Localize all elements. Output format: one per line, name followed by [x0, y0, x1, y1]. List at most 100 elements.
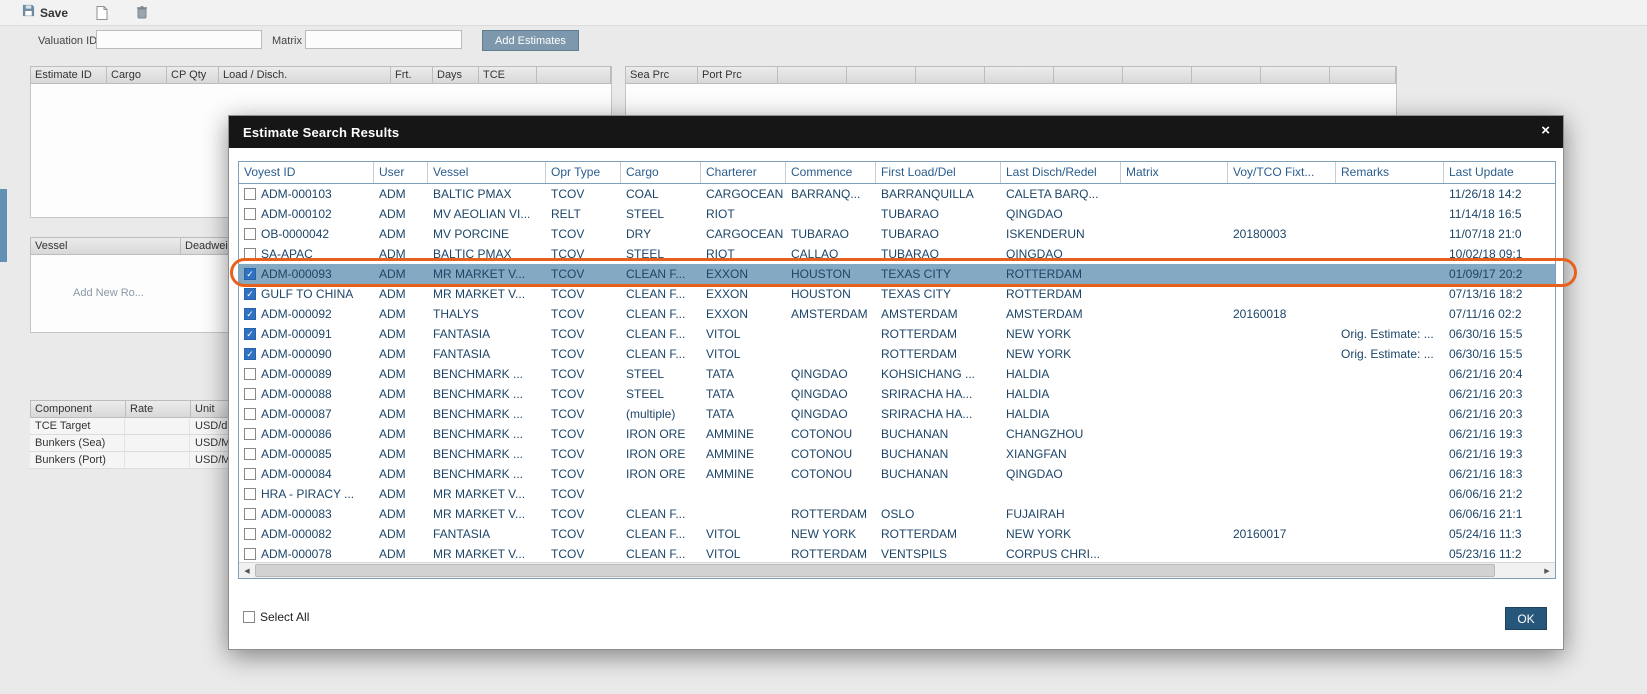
results-column-header[interactable]: Last Disch/Redel [1001, 162, 1121, 183]
bg-column-header: Rate [126, 401, 191, 417]
result-cell: ROTTERDAM [876, 324, 1001, 344]
voyest-id: ADM-000085 [261, 447, 332, 461]
voyest-id: ADM-000088 [261, 387, 332, 401]
result-row[interactable]: ✓ADM-000090ADMFANTASIATCOVCLEAN F...VITO… [239, 344, 1555, 364]
horizontal-scrollbar[interactable]: ◀ ▶ [239, 562, 1555, 578]
result-cell [1228, 424, 1336, 444]
row-checkbox[interactable] [244, 368, 256, 380]
result-cell: AMMINE [701, 424, 786, 444]
result-cell [1336, 224, 1444, 244]
result-row[interactable]: ✓GULF TO CHINAADMMR MARKET V...TCOVCLEAN… [239, 284, 1555, 304]
result-cell: ADM [374, 224, 428, 244]
result-row[interactable]: ADM-000089ADMBENCHMARK ...TCOVSTEELTATAQ… [239, 364, 1555, 384]
row-checkbox[interactable] [244, 388, 256, 400]
results-column-header[interactable]: Last Update [1444, 162, 1555, 183]
result-row[interactable]: ADM-000088ADMBENCHMARK ...TCOVSTEELTATAQ… [239, 384, 1555, 404]
result-cell: BENCHMARK ... [428, 404, 546, 424]
voyest-id: ADM-000091 [261, 327, 332, 341]
scroll-left-arrow[interactable]: ◀ [239, 563, 255, 578]
new-document-icon[interactable] [96, 6, 108, 20]
result-cell: FANTASIA [428, 324, 546, 344]
results-column-header[interactable]: Commence [786, 162, 876, 183]
result-cell: HALDIA [1001, 364, 1121, 384]
save-button[interactable]: Save [22, 4, 68, 22]
add-new-row-link[interactable]: Add New Ro... [73, 287, 144, 299]
result-row[interactable]: ADM-000084ADMBENCHMARK ...TCOVIRON OREAM… [239, 464, 1555, 484]
results-column-header[interactable]: Matrix [1121, 162, 1228, 183]
result-cell: ✓ADM-000093 [239, 264, 374, 284]
close-icon[interactable]: × [1541, 122, 1550, 140]
result-cell: ROTTERDAM [876, 344, 1001, 364]
matrix-input[interactable] [305, 30, 462, 49]
results-column-header[interactable]: Charterer [701, 162, 786, 183]
row-checkbox[interactable] [244, 188, 256, 200]
row-checkbox[interactable] [244, 248, 256, 260]
result-cell: ROTTERDAM [786, 544, 876, 564]
result-row[interactable]: ADM-000083ADMMR MARKET V...TCOVCLEAN F..… [239, 504, 1555, 524]
row-checkbox[interactable] [244, 468, 256, 480]
row-checkbox[interactable] [244, 208, 256, 220]
results-column-header[interactable]: Voyest ID [239, 162, 374, 183]
result-row[interactable]: HRA - PIRACY ...ADMMR MARKET V...TCOV06/… [239, 484, 1555, 504]
result-cell: QINGDAO [786, 364, 876, 384]
result-cell [621, 484, 701, 504]
result-row[interactable]: SA-APACADMBALTIC PMAXTCOVSTEELRIOTCALLAO… [239, 244, 1555, 264]
scroll-right-arrow[interactable]: ▶ [1539, 563, 1555, 578]
result-row[interactable]: ✓ADM-000092ADMTHALYSTCOVCLEAN F...EXXONA… [239, 304, 1555, 324]
result-cell: RIOT [701, 204, 786, 224]
result-row[interactable]: ✓ADM-000091ADMFANTASIATCOVCLEAN F...VITO… [239, 324, 1555, 344]
result-cell: AMSTERDAM [786, 304, 876, 324]
result-row[interactable]: OB-0000042ADMMV PORCINETCOVDRYCARGOCEANT… [239, 224, 1555, 244]
result-row[interactable]: ADM-000086ADMBENCHMARK ...TCOVIRON OREAM… [239, 424, 1555, 444]
result-cell: CARGOCEAN [701, 224, 786, 244]
voyest-id: OB-0000042 [261, 227, 329, 241]
row-checkbox[interactable] [244, 528, 256, 540]
row-checkbox[interactable] [244, 228, 256, 240]
ok-button[interactable]: OK [1505, 607, 1547, 630]
result-cell: ADM [374, 344, 428, 364]
results-column-header[interactable]: First Load/Del [876, 162, 1001, 183]
result-cell: ADM [374, 544, 428, 564]
result-row[interactable]: ADM-000082ADMFANTASIATCOVCLEAN F...VITOL… [239, 524, 1555, 544]
row-checkbox[interactable]: ✓ [244, 328, 256, 340]
result-row[interactable]: ADM-000078ADMMR MARKET V...TCOVCLEAN F..… [239, 544, 1555, 564]
select-all-checkbox[interactable] [243, 611, 255, 623]
results-column-header[interactable]: User [374, 162, 428, 183]
row-checkbox[interactable] [244, 488, 256, 500]
result-cell: QINGDAO [786, 384, 876, 404]
result-cell: ADM-000078 [239, 544, 374, 564]
scrollbar-thumb[interactable] [255, 564, 1495, 577]
result-row[interactable]: ADM-000087ADMBENCHMARK ...TCOV(multiple)… [239, 404, 1555, 424]
result-row[interactable]: ADM-000085ADMBENCHMARK ...TCOVIRON OREAM… [239, 444, 1555, 464]
results-column-header[interactable]: Remarks [1336, 162, 1444, 183]
result-cell [1228, 184, 1336, 204]
result-row[interactable]: ✓ADM-000093ADMMR MARKET V...TCOVCLEAN F.… [239, 264, 1555, 284]
row-checkbox[interactable]: ✓ [244, 348, 256, 360]
results-column-header[interactable]: Cargo [621, 162, 701, 183]
results-column-header[interactable]: Opr Type [546, 162, 621, 183]
result-cell: 06/30/16 15:5 [1444, 344, 1555, 364]
row-checkbox[interactable] [244, 408, 256, 420]
row-checkbox[interactable]: ✓ [244, 288, 256, 300]
row-checkbox[interactable] [244, 428, 256, 440]
row-checkbox[interactable]: ✓ [244, 268, 256, 280]
result-cell: MR MARKET V... [428, 544, 546, 564]
row-checkbox[interactable] [244, 448, 256, 460]
valuation-id-label: Valuation ID [38, 31, 97, 51]
result-cell: TCOV [546, 224, 621, 244]
result-cell: CLEAN F... [621, 324, 701, 344]
result-row[interactable]: ADM-000103ADMBALTIC PMAXTCOVCOALCARGOCEA… [239, 184, 1555, 204]
results-column-header[interactable]: Voy/TCO Fixt... [1228, 162, 1336, 183]
result-cell: CLEAN F... [621, 264, 701, 284]
row-checkbox[interactable]: ✓ [244, 308, 256, 320]
result-cell: ADM [374, 464, 428, 484]
row-checkbox[interactable] [244, 548, 256, 560]
add-estimates-button[interactable]: Add Estimates [482, 30, 579, 51]
result-cell: ADM [374, 304, 428, 324]
results-column-header[interactable]: Vessel [428, 162, 546, 183]
delete-icon[interactable] [136, 6, 148, 19]
select-all[interactable]: Select All [243, 610, 309, 624]
result-row[interactable]: ADM-000102ADMMV AEOLIAN VI...RELTSTEELRI… [239, 204, 1555, 224]
valuation-id-input[interactable] [96, 30, 262, 49]
row-checkbox[interactable] [244, 508, 256, 520]
